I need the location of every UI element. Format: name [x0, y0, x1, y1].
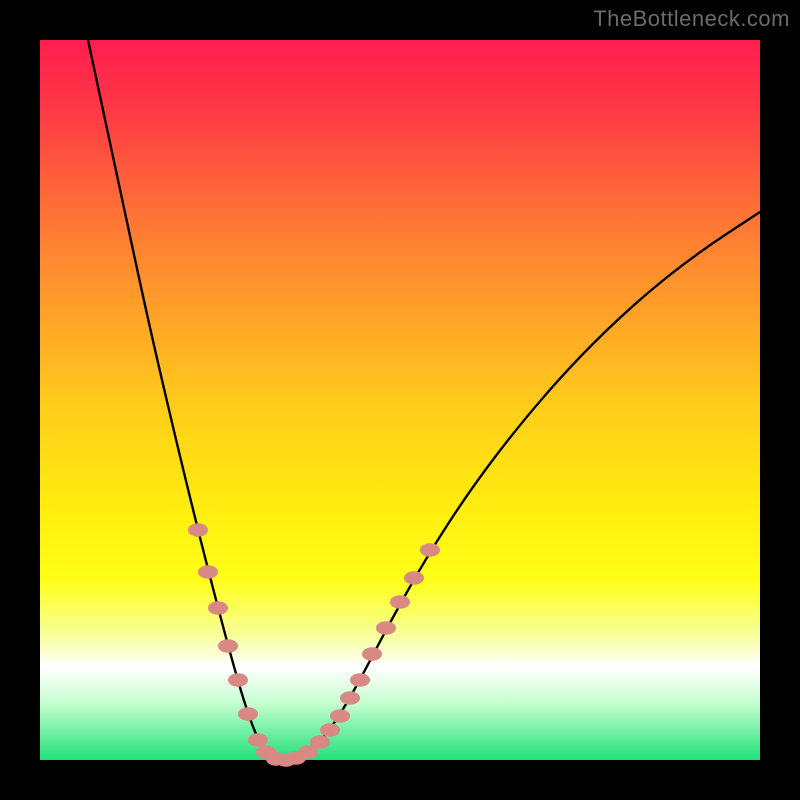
marker-dot — [376, 621, 396, 635]
marker-dot — [362, 647, 382, 661]
marker-dot — [390, 595, 410, 609]
marker-dot — [228, 673, 248, 687]
marker-dot — [238, 707, 258, 721]
marker-dot — [340, 691, 360, 705]
marker-dot — [198, 565, 218, 579]
marker-dot — [188, 523, 208, 537]
plot-area — [40, 40, 760, 760]
marker-dot — [420, 543, 440, 557]
v-curve-path — [88, 40, 760, 760]
outer-frame: TheBottleneck.com — [0, 0, 800, 800]
marker-dot — [218, 639, 238, 653]
marker-dot — [208, 601, 228, 615]
watermark-text: TheBottleneck.com — [593, 6, 790, 32]
marker-dot — [310, 735, 330, 749]
marker-dot — [350, 673, 370, 687]
marker-dot — [404, 571, 424, 585]
curve-layer — [88, 40, 760, 760]
marker-dot — [320, 723, 340, 737]
chart-svg — [40, 40, 760, 760]
marker-dot — [248, 733, 268, 747]
marker-dot — [330, 709, 350, 723]
marker-layer — [188, 523, 440, 767]
